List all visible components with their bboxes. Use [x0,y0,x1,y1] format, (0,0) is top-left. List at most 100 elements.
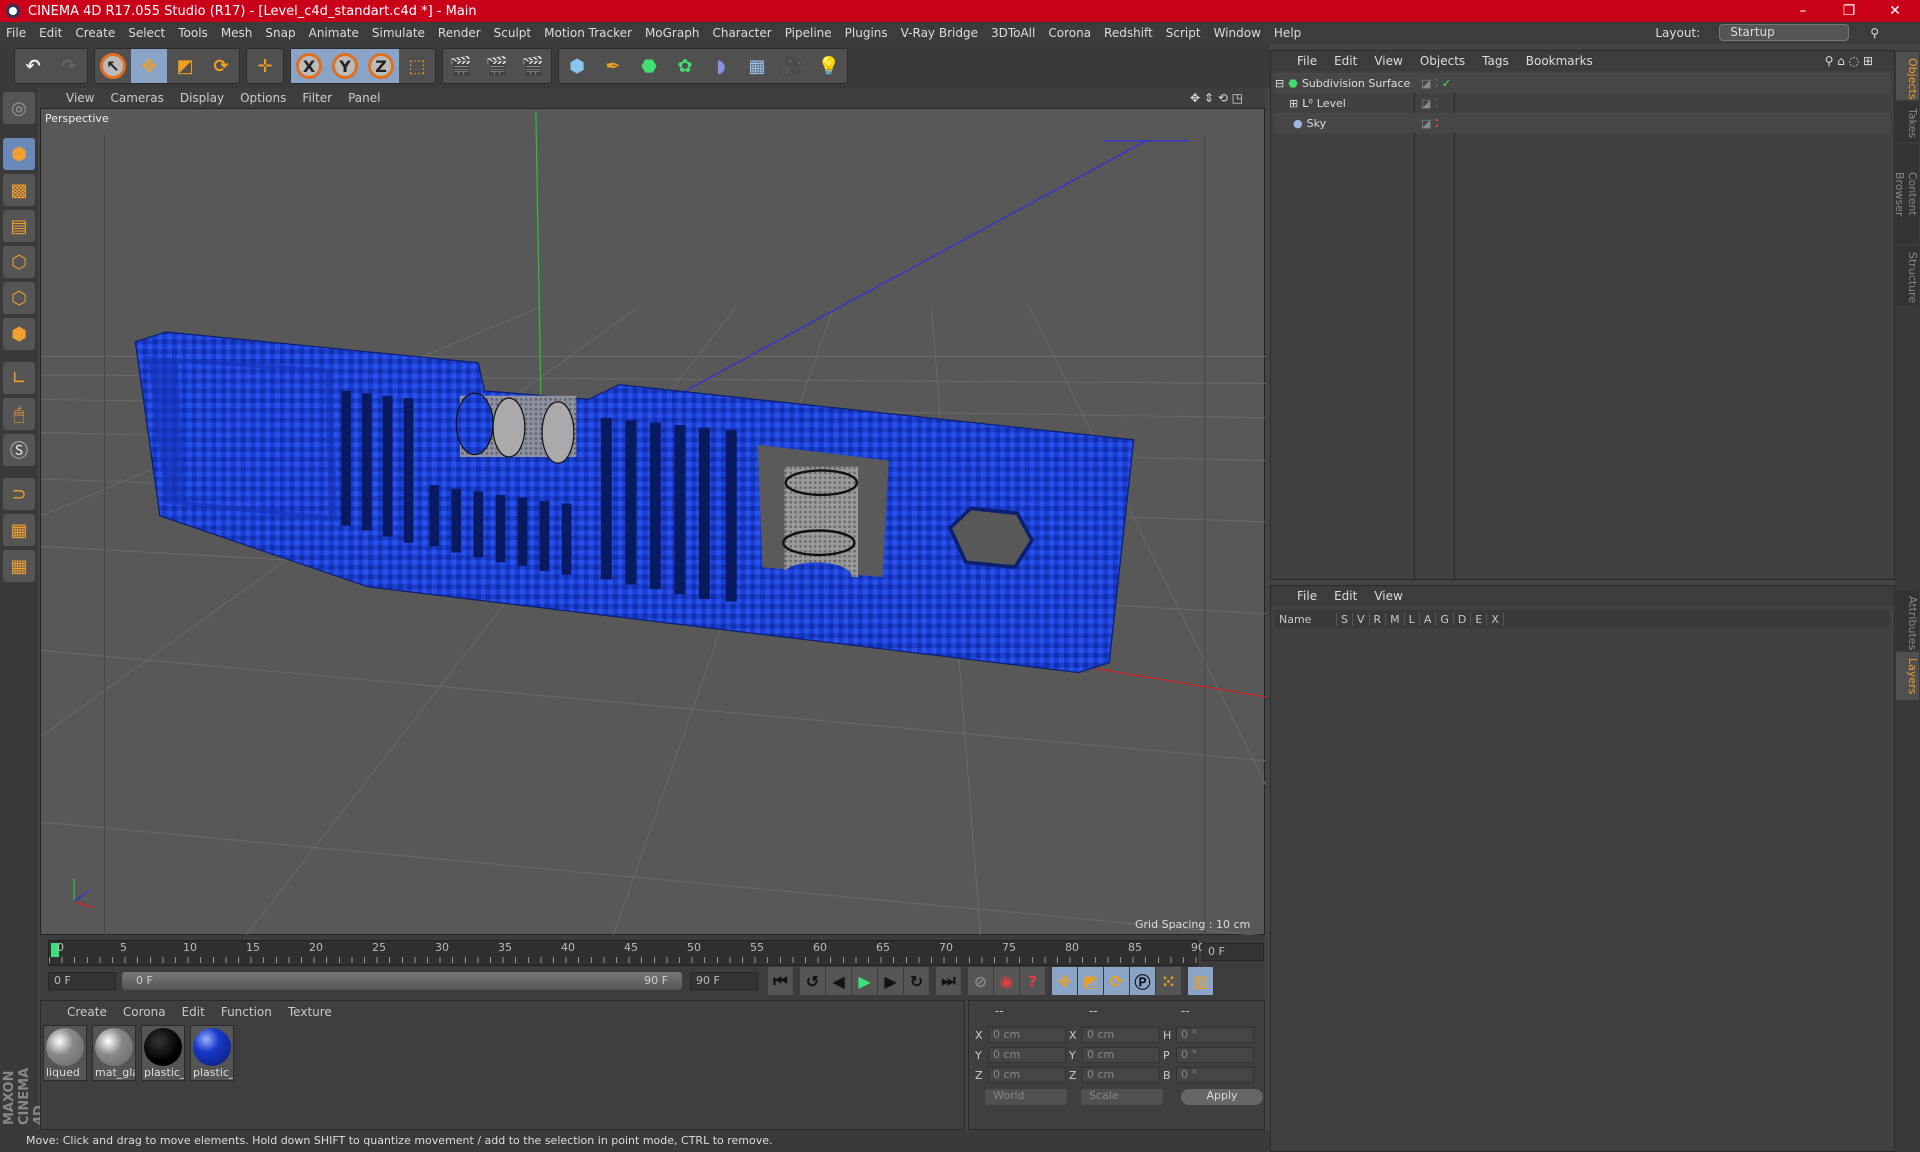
layers-menu-file[interactable]: File [1297,589,1317,603]
size-x-field[interactable]: 0 cm [1082,1027,1160,1043]
material-menu-function[interactable]: Function [221,1005,272,1021]
position-z-field[interactable]: 0 cm [988,1067,1066,1083]
y-axis-lock[interactable]: Y [327,49,363,83]
3d-viewport[interactable] [40,108,1267,937]
size-mode-dropdown[interactable]: Scale [1081,1089,1163,1105]
menu-corona[interactable]: Corona [1048,26,1091,40]
layers-menu-view[interactable]: View [1374,589,1402,603]
material-menu-corona[interactable]: Corona [123,1005,166,1021]
floor-button[interactable]: ▦ [739,49,775,83]
viewport-menu-display[interactable]: Display [180,91,224,105]
workplane-lock-button[interactable]: ▦ [3,514,35,546]
key-pla-button[interactable]: ⁙ [1156,967,1182,995]
material-menu-create[interactable]: Create [67,1005,107,1021]
model-mode-button[interactable]: ⬢ [3,138,35,170]
texture-mode-button[interactable]: ▩ [3,174,35,206]
material-menu-edit[interactable]: Edit [182,1005,205,1021]
tab-structure[interactable]: Structure [1896,246,1919,306]
x-axis-lock[interactable]: X [291,49,327,83]
size-z-field[interactable]: 0 cm [1082,1067,1160,1083]
menu-vray-bridge[interactable]: V-Ray Bridge [901,26,978,40]
end-frame-field[interactable]: 90 F [690,972,758,990]
apply-button[interactable]: Apply [1181,1089,1263,1105]
render-picture-viewer-button[interactable]: 🎬 [479,49,515,83]
layout-dropdown[interactable]: Startup [1719,24,1850,41]
menu-snap[interactable]: Snap [265,26,295,40]
collapse-icon[interactable]: ⊟ [1275,77,1284,90]
layers-menu-edit[interactable]: Edit [1334,589,1357,603]
size-y-field[interactable]: 0 cm [1082,1047,1160,1063]
close-button[interactable]: ✕ [1872,0,1918,22]
scale-tool[interactable]: ◩ [167,49,203,83]
keyframe-selection-button[interactable]: ? [1020,967,1046,995]
tab-objects[interactable]: Objects [1896,52,1919,100]
tab-layers[interactable]: Layers [1896,652,1919,700]
minimize-button[interactable]: – [1780,0,1826,22]
key-position-button[interactable]: ✥ [1052,967,1078,995]
position-y-field[interactable]: 0 cm [988,1047,1066,1063]
menu-script[interactable]: Script [1166,26,1201,40]
viewport-menu-panel[interactable]: Panel [348,91,380,105]
viewport-nav-icons[interactable]: ✥ ⇕ ⟲ ◳ [1190,91,1243,105]
menu-create[interactable]: Create [75,26,115,40]
recent-tool[interactable]: ✛ [247,49,283,83]
key-parameter-button[interactable]: Ⓟ [1130,967,1156,995]
menu-plugins[interactable]: Plugins [845,26,888,40]
axis-mode-button[interactable]: ∟ [3,362,35,394]
object-row-level[interactable]: ⊞ L⁰ Level ◪ ⁚ [1275,93,1890,113]
objects-menu-objects[interactable]: Objects [1420,54,1465,68]
render-view-button[interactable]: 🎬 [443,49,479,83]
menu-tools[interactable]: Tools [178,26,208,40]
menu-character[interactable]: Character [712,26,771,40]
edges-mode-button[interactable]: ⬡ [3,282,35,314]
expand-icon[interactable]: ⊞ [1289,97,1298,110]
objects-menu-file[interactable]: File [1297,54,1317,68]
position-x-field[interactable]: 0 cm [988,1027,1066,1043]
object-row-subdivision-surface[interactable]: ⊟ ⬣ Subdivision Surface ◪ ⁚ ✓ [1275,73,1890,93]
menu-simulate[interactable]: Simulate [372,26,425,40]
coordinate-system-button[interactable]: ⬚ [399,49,435,83]
timeline-ruler[interactable]: 0 5 10 15 20 25 30 35 40 45 50 55 60 65 70 75 80 85 90 [48,940,1205,966]
rotation-p-field[interactable]: 0 ° [1176,1047,1254,1063]
previous-key-button[interactable]: ↺ [800,967,826,995]
material-swatch[interactable]: plastic_l [190,1025,234,1081]
deformer-button[interactable]: ◗ [703,49,739,83]
subdivision-surface-button[interactable]: ⬣ [631,49,667,83]
objects-menu-view[interactable]: View [1374,54,1402,68]
layer-icon[interactable]: ◪ ⁚ ✓ [1421,77,1451,90]
rotation-b-field[interactable]: 0 ° [1176,1067,1254,1083]
menu-redshift[interactable]: Redshift [1104,26,1153,40]
rotation-h-field[interactable]: 0 ° [1176,1027,1254,1043]
search-icon[interactable]: ⚲ [1870,26,1879,40]
timeline-window-button[interactable]: ▥ [1188,967,1214,995]
light-button[interactable]: 💡 [811,49,847,83]
make-editable-button[interactable]: ◎ [3,92,35,124]
go-to-end-button[interactable]: ⏭ [936,967,962,995]
start-frame-field[interactable]: 0 F [48,972,116,990]
menu-animate[interactable]: Animate [309,26,359,40]
redo-button[interactable]: ↷ [51,49,87,83]
polygons-mode-button[interactable]: ⬢ [3,318,35,350]
menu-file[interactable]: File [6,26,26,40]
z-axis-lock[interactable]: Z [363,49,399,83]
maximize-button[interactable]: ❐ [1826,0,1872,22]
objects-menu-tags[interactable]: Tags [1482,54,1509,68]
tab-content-browser[interactable]: Content Browser [1893,144,1919,244]
viewport-menu-options[interactable]: Options [240,91,286,105]
autokey-button[interactable]: ◉ [994,967,1020,995]
viewport-menu-cameras[interactable]: Cameras [110,91,163,105]
menu-render[interactable]: Render [438,26,481,40]
viewport-menu-filter[interactable]: Filter [302,91,332,105]
menu-pipeline[interactable]: Pipeline [785,26,832,40]
menu-motion-tracker[interactable]: Motion Tracker [544,26,632,40]
rotate-tool[interactable]: ⟳ [203,49,239,83]
menu-sculpt[interactable]: Sculpt [494,26,531,40]
key-rotation-button[interactable]: ⟳ [1104,967,1130,995]
pen-spline-button[interactable]: ✒ [595,49,631,83]
move-tool[interactable]: ✥ [131,49,167,83]
go-to-start-button[interactable]: ⏮ [768,967,794,995]
material-swatch[interactable]: mat_gla [92,1025,136,1081]
current-frame-field[interactable]: 0 F [1202,943,1264,961]
viewport-menu-view[interactable]: View [66,91,94,105]
camera-button[interactable]: 🎥 [775,49,811,83]
